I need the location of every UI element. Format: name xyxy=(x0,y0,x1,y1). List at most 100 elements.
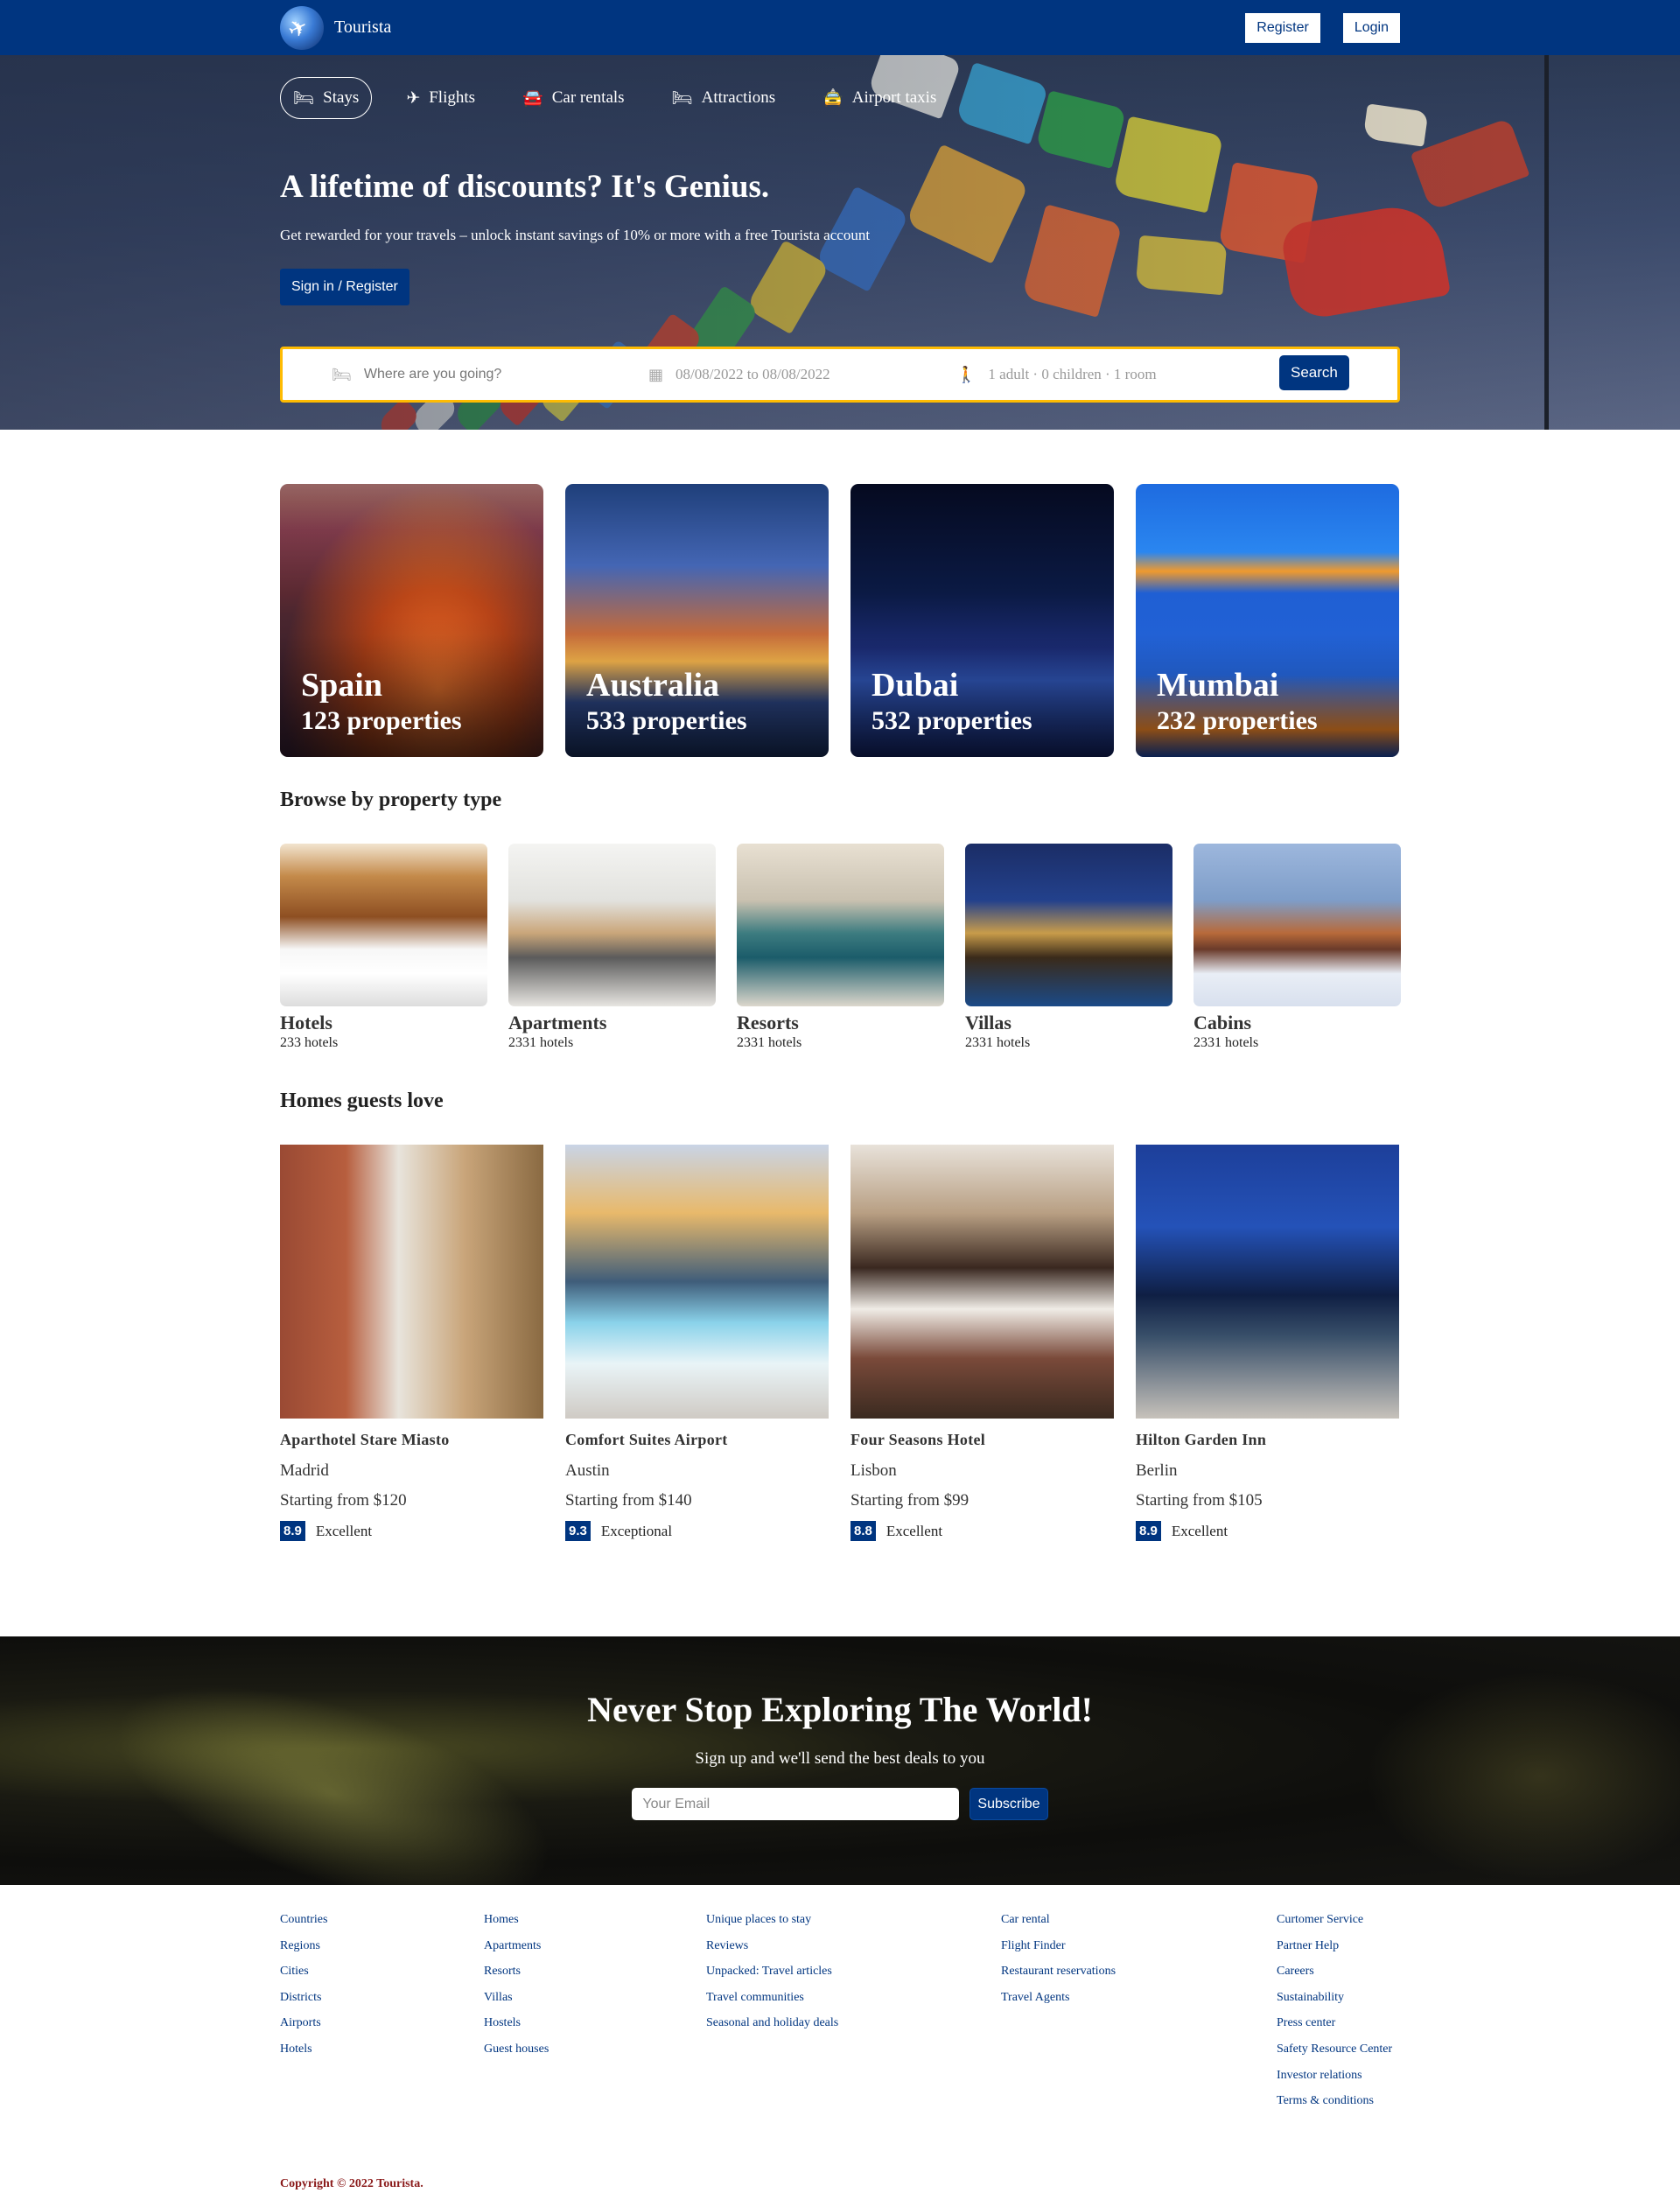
footer-link[interactable]: Cities xyxy=(280,1965,484,1979)
copyright-text: Copyright © 2022 Tourista. xyxy=(280,2177,424,2190)
newsletter-title: Never Stop Exploring The World! xyxy=(587,1690,1093,1729)
footer-link[interactable]: Flight Finder xyxy=(1001,1939,1277,1954)
property-type-image xyxy=(508,844,716,1006)
footer-link[interactable]: Restaurant reservations xyxy=(1001,1965,1277,1979)
tab-label: Car rentals xyxy=(551,88,625,107)
footer-link[interactable]: Sustainability xyxy=(1277,1991,1392,2006)
destination-field[interactable]: 🛏 xyxy=(332,366,592,384)
footer: Countries Regions Cities Districts Airpo… xyxy=(280,1913,1400,2109)
destination-input[interactable] xyxy=(363,367,592,382)
home-card[interactable]: Comfort Suites Airport Austin Starting f… xyxy=(565,1145,829,1541)
rating-score-badge: 8.9 xyxy=(280,1521,305,1541)
plane-icon: ✈ xyxy=(406,88,421,108)
home-card[interactable]: Four Seasons Hotel Lisbon Starting from … xyxy=(850,1145,1114,1541)
newsletter-section: Never Stop Exploring The World! Sign up … xyxy=(0,1636,1680,1885)
property-type-card-villas[interactable]: Villas 2331 hotels xyxy=(965,844,1172,1051)
footer-link[interactable]: Districts xyxy=(280,1991,484,2006)
featured-card-dubai[interactable]: Dubai 532 properties xyxy=(850,484,1114,757)
footer-link[interactable]: Airports xyxy=(280,2016,484,2031)
home-card[interactable]: Hilton Garden Inn Berlin Starting from $… xyxy=(1136,1145,1399,1541)
homes-list: Aparthotel Stare Miasto Madrid Starting … xyxy=(280,1145,1400,1541)
home-city: Berlin xyxy=(1136,1461,1178,1480)
footer-link[interactable]: Hostels xyxy=(484,2016,706,2031)
home-city: Lisbon xyxy=(850,1461,897,1480)
register-button[interactable]: Register xyxy=(1245,12,1320,43)
footer-link[interactable]: Villas xyxy=(484,1991,706,2006)
search-button[interactable]: Search xyxy=(1279,355,1349,390)
footer-link[interactable]: Apartments xyxy=(484,1939,706,1954)
featured-card-australia[interactable]: Australia 533 properties xyxy=(565,484,829,757)
email-input[interactable] xyxy=(632,1788,960,1820)
home-name: Hilton Garden Inn xyxy=(1136,1431,1267,1448)
property-type-name: Hotels xyxy=(280,1012,332,1033)
footer-link[interactable]: Homes xyxy=(484,1913,706,1928)
home-name: Four Seasons Hotel xyxy=(850,1431,986,1448)
footer-link[interactable]: Car rental xyxy=(1001,1913,1277,1928)
footer-link[interactable]: Countries xyxy=(280,1913,484,1928)
property-type-name: Apartments xyxy=(508,1012,607,1033)
property-type-count: 2331 hotels xyxy=(1194,1035,1259,1050)
hero-tabs: 🛏 Stays ✈ Flights 🚘 Car rentals 🛏 Attrac… xyxy=(280,55,1400,119)
featured-properties: 533 properties xyxy=(586,706,747,735)
featured-properties: 123 properties xyxy=(301,706,462,735)
featured-card-mumbai[interactable]: Mumbai 232 properties xyxy=(1136,484,1399,757)
rating-text: Excellent xyxy=(1171,1522,1228,1539)
footer-column: Unique places to stay Reviews Unpacked: … xyxy=(706,1913,1001,2109)
tab-car-rentals[interactable]: 🚘 Car rentals xyxy=(509,77,638,119)
rating-score-badge: 8.8 xyxy=(850,1521,876,1541)
footer-link[interactable]: Safety Resource Center xyxy=(1277,2042,1392,2057)
hero-subtitle: Get rewarded for your travels – unlock i… xyxy=(280,227,871,243)
home-name: Aparthotel Stare Miasto xyxy=(280,1431,450,1448)
footer-link[interactable]: Reviews xyxy=(706,1939,1001,1954)
sign-in-register-button[interactable]: Sign in / Register xyxy=(280,269,410,305)
footer-link[interactable]: Travel Agents xyxy=(1001,1991,1277,2006)
featured-card-spain[interactable]: Spain 123 properties xyxy=(280,484,543,757)
login-button[interactable]: Login xyxy=(1342,12,1400,43)
tab-label: Flights xyxy=(429,88,476,107)
footer-link[interactable]: Curtomer Service xyxy=(1277,1913,1392,1928)
tab-flights[interactable]: ✈ Flights xyxy=(393,77,488,119)
footer-link[interactable]: Hotels xyxy=(280,2042,484,2057)
newsletter-form: Subscribe xyxy=(0,1788,1680,1820)
featured-title: Spain xyxy=(301,667,382,704)
guests-rooms-field[interactable]: 🚶 1 adult · 0 children · 1 room xyxy=(956,366,1157,384)
footer-link[interactable]: Press center xyxy=(1277,2016,1392,2031)
footer-link[interactable]: Investor relations xyxy=(1277,2069,1392,2084)
tab-attractions[interactable]: 🛏 Attractions xyxy=(659,77,789,119)
property-type-name: Cabins xyxy=(1194,1012,1252,1033)
property-type-card-hotels[interactable]: Hotels 233 hotels xyxy=(280,844,487,1051)
footer-column: Car rental Flight Finder Restaurant rese… xyxy=(1001,1913,1277,2109)
tab-airport-taxis[interactable]: 🚖 Airport taxis xyxy=(809,77,949,119)
homes-section-title: Homes guests love xyxy=(280,1089,444,1112)
tab-label: Stays xyxy=(323,88,360,107)
home-image xyxy=(280,1145,543,1419)
home-card[interactable]: Aparthotel Stare Miasto Madrid Starting … xyxy=(280,1145,543,1541)
tab-stays[interactable]: 🛏 Stays xyxy=(280,77,373,119)
rating-score-badge: 8.9 xyxy=(1136,1521,1161,1541)
home-city: Madrid xyxy=(280,1461,329,1480)
calendar-icon: ▦ xyxy=(648,365,664,384)
footer-link[interactable]: Partner Help xyxy=(1277,1939,1392,1954)
property-type-card-cabins[interactable]: Cabins 2331 hotels xyxy=(1194,844,1401,1051)
featured-destinations: Spain 123 properties Australia 533 prope… xyxy=(280,484,1400,757)
home-city: Austin xyxy=(565,1461,610,1480)
footer-link[interactable]: Unique places to stay xyxy=(706,1913,1001,1928)
featured-title: Australia xyxy=(586,667,719,704)
rating-score-badge: 9.3 xyxy=(565,1521,591,1541)
footer-link[interactable]: Guest houses xyxy=(484,2042,706,2057)
date-picker-field[interactable]: ▦ 08/08/2022 to 08/08/2022 xyxy=(648,366,830,384)
rating-text: Excellent xyxy=(315,1522,373,1539)
footer-link[interactable]: Travel communities xyxy=(706,1991,1001,2006)
footer-link[interactable]: Seasonal and holiday deals xyxy=(706,2016,1001,2031)
footer-link[interactable]: Regions xyxy=(280,1939,484,1954)
footer-link[interactable]: Terms & conditions xyxy=(1277,2094,1392,2109)
brand-logo[interactable]: ✈ Tourista xyxy=(280,5,391,50)
footer-link[interactable]: Careers xyxy=(1277,1965,1392,1979)
subscribe-button[interactable]: Subscribe xyxy=(970,1788,1048,1820)
home-price: Starting from $120 xyxy=(280,1491,407,1510)
featured-properties: 532 properties xyxy=(872,706,1032,735)
footer-link[interactable]: Resorts xyxy=(484,1965,706,1979)
property-type-card-resorts[interactable]: Resorts 2331 hotels xyxy=(737,844,944,1051)
property-type-card-apartments[interactable]: Apartments 2331 hotels xyxy=(508,844,716,1051)
footer-link[interactable]: Unpacked: Travel articles xyxy=(706,1965,1001,1979)
